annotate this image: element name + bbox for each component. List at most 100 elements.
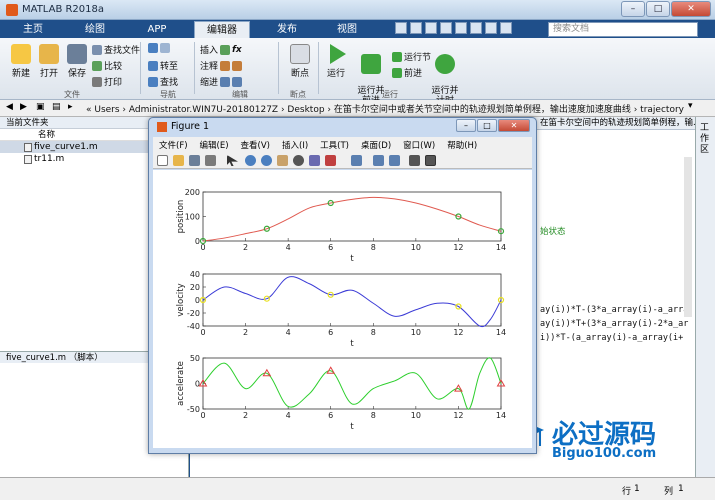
save-button[interactable]: 保存 <box>64 44 90 79</box>
close-button[interactable]: ✕ <box>671 1 711 17</box>
figure-menubar: 文件(F) 编辑(E) 查看(V) 插入(I) 工具(T) 桌面(D) 窗口(W… <box>153 137 532 151</box>
save-icon[interactable] <box>189 155 200 166</box>
code-line: i))*T-(a_array(i)-a_array(i+ <box>540 333 684 343</box>
print-icon[interactable] <box>205 155 216 166</box>
current-folder-address-bar[interactable]: ◀ ▶ ▣ ▤ ▸ « Users › Administrator.WIN7U-… <box>0 100 715 117</box>
chevron-icon[interactable]: ▸ <box>68 102 73 112</box>
y-tick-label: 0 <box>195 237 200 246</box>
open-folder-icon[interactable] <box>173 155 184 166</box>
y-tick-label: -40 <box>187 322 200 331</box>
undo-quick-icon[interactable] <box>455 22 467 34</box>
folder-up-icon[interactable]: ▣ <box>36 102 45 112</box>
address-path[interactable]: « Users › Administrator.WIN7U-20180127Z … <box>86 102 684 115</box>
run-button[interactable]: 运行 <box>322 44 350 79</box>
tab-apps[interactable]: APP <box>132 21 182 38</box>
goto-button[interactable]: 转至 <box>148 59 178 72</box>
maximize-button[interactable]: □ <box>646 1 670 17</box>
new-figure-icon[interactable] <box>157 155 168 166</box>
save-quick-icon[interactable] <box>395 22 407 34</box>
colorbar-icon[interactable] <box>373 155 384 166</box>
paste-quick-icon[interactable] <box>440 22 452 34</box>
y-tick-label: -50 <box>187 405 200 414</box>
zoom-in-icon[interactable] <box>245 155 256 166</box>
tab-editor[interactable]: 编辑器 <box>194 21 250 38</box>
tab-home[interactable]: 主页 <box>8 21 58 38</box>
new-button[interactable]: 新建 <box>8 44 34 79</box>
figure-window[interactable]: Figure 1 – □ ✕ 文件(F) 编辑(E) 查看(V) 插入(I) 工… <box>148 117 537 454</box>
menu-help[interactable]: 帮助(H) <box>441 137 483 151</box>
y-tick-label: 0 <box>195 380 200 389</box>
brush-icon[interactable] <box>325 155 336 166</box>
indent-button[interactable]: 缩进 <box>200 75 243 88</box>
figure-close-button[interactable]: ✕ <box>498 119 530 132</box>
data-cursor-icon[interactable] <box>309 155 320 166</box>
insert-button[interactable]: 插入 fx <box>200 43 242 56</box>
find-button[interactable]: 查找 <box>148 75 178 88</box>
menu-desktop[interactable]: 桌面(D) <box>355 137 397 151</box>
show-plot-tools-icon[interactable] <box>425 155 436 166</box>
menu-window[interactable]: 窗口(W) <box>397 137 441 151</box>
watermark-site: Biguo100.com <box>552 446 657 461</box>
rotate-icon[interactable] <box>293 155 304 166</box>
hide-plot-tools-icon[interactable] <box>409 155 420 166</box>
advance-button[interactable]: 前进 <box>392 66 422 79</box>
ribbon-separator <box>318 42 319 94</box>
minimize-button[interactable]: – <box>621 1 645 17</box>
y-tick-label: 20 <box>190 283 200 292</box>
x-tick-label: 6 <box>328 243 333 252</box>
redo-quick-icon[interactable] <box>470 22 482 34</box>
browse-folder-icon[interactable]: ▤ <box>52 102 61 112</box>
compare-icon <box>92 60 102 71</box>
figure-minimize-button[interactable]: – <box>456 119 476 132</box>
link-plot-icon[interactable] <box>351 155 362 166</box>
matlab-logo-icon <box>157 122 167 132</box>
x-tick-label: 12 <box>453 243 463 252</box>
x-tick-label: 12 <box>453 328 463 337</box>
print-button[interactable]: 打印 <box>92 75 122 88</box>
figure-maximize-button[interactable]: □ <box>477 119 497 132</box>
subplot-accelerate: 0 2 4 6 8 10 12 14-50050taccelerate <box>176 354 506 432</box>
breakpoint-icon <box>290 44 310 64</box>
chevron-down-icon[interactable]: ▾ <box>688 101 693 111</box>
x-tick-label: 12 <box>453 411 463 420</box>
editor-scrollbar[interactable] <box>684 157 692 317</box>
menu-file[interactable]: 文件(F) <box>153 137 194 151</box>
zoom-out-icon[interactable] <box>261 155 272 166</box>
find-files-button[interactable]: 查找文件 <box>92 43 140 56</box>
run-and-time-button[interactable]: 运行并 计时 <box>430 44 460 106</box>
arrow-right-icon[interactable]: ▶ <box>20 102 27 112</box>
open-button[interactable]: 打开 <box>36 44 62 79</box>
x-axis-label: t <box>350 422 354 432</box>
cut-quick-icon[interactable] <box>410 22 422 34</box>
app-title: MATLAB R2018a <box>22 4 105 15</box>
x-tick-label: 6 <box>328 411 333 420</box>
y-tick-label: -20 <box>187 309 200 318</box>
x-tick-label: 10 <box>411 243 421 252</box>
tab-view[interactable]: 视图 <box>322 21 372 38</box>
arrow-left-icon[interactable]: ◀ <box>6 102 13 112</box>
help-quick-icon[interactable] <box>500 22 512 34</box>
goto-icon <box>148 60 158 71</box>
pan-hand-icon[interactable] <box>277 155 288 166</box>
compare-button[interactable]: 比较 <box>92 59 122 72</box>
figure-canvas[interactable]: 0 2 4 6 8 10 12 14 0 100 200 t position 0 2 4 6 8 10 12 14 -4… <box>153 170 532 448</box>
legend-icon[interactable] <box>389 155 400 166</box>
copy-quick-icon[interactable] <box>425 22 437 34</box>
matlab-logo-icon <box>6 4 18 16</box>
search-docs-input[interactable]: 搜索文档 <box>548 22 698 37</box>
breakpoint-button[interactable]: 断点 <box>286 44 314 79</box>
back-forward-button[interactable] <box>148 43 170 53</box>
tab-publish[interactable]: 发布 <box>262 21 312 38</box>
run-section-button[interactable]: 运行节 <box>392 50 431 63</box>
x-tick-label: 8 <box>371 411 376 420</box>
menu-tools[interactable]: 工具(T) <box>314 137 355 151</box>
row-value: 1 <box>634 484 640 494</box>
switch-window-quick-icon[interactable] <box>485 22 497 34</box>
comment-button[interactable]: 注释 <box>200 59 243 72</box>
tab-plots[interactable]: 绘图 <box>70 21 120 38</box>
menu-insert[interactable]: 插入(I) <box>276 137 314 151</box>
pointer-icon[interactable] <box>227 155 238 166</box>
menu-view[interactable]: 查看(V) <box>235 137 276 151</box>
menu-edit[interactable]: 编辑(E) <box>194 137 235 151</box>
x-tick-label: 8 <box>371 328 376 337</box>
